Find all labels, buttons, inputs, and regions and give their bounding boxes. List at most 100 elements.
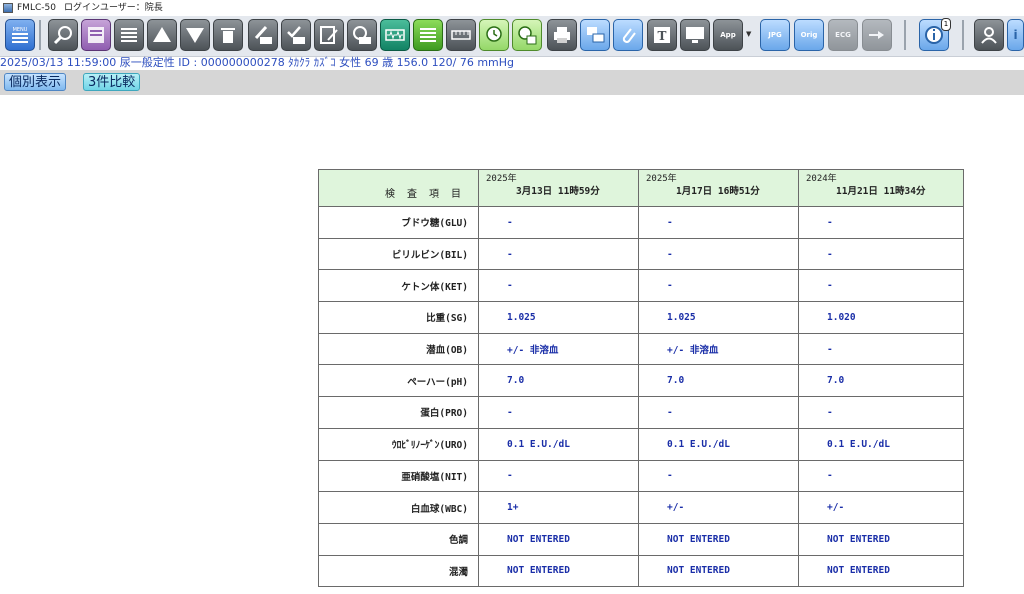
svg-text:T: T — [658, 29, 667, 43]
mode-bar: 個別表示 3件比較 — [0, 70, 1024, 95]
table-row: ビリルビン(BIL) - - - — [318, 237, 964, 271]
jpg-export-button[interactable]: JPG — [760, 19, 790, 51]
table-header-row: 検 査 項 目 2025年 3月13日 11時59分 2025年 1月17日 1… — [318, 169, 964, 207]
search-button[interactable] — [48, 19, 78, 51]
row-item-name: ケトン体(KET) — [318, 269, 479, 303]
user-button[interactable] — [974, 19, 1004, 51]
memo-button[interactable] — [314, 19, 344, 51]
help-button[interactable]: i — [1007, 19, 1024, 51]
row-value: - — [638, 396, 799, 429]
waveform-button[interactable] — [380, 19, 410, 51]
three-compare-button[interactable]: 3件比較 — [83, 73, 141, 91]
delete-button[interactable] — [213, 19, 243, 51]
row-value: - — [798, 396, 964, 429]
header-date-2[interactable]: 2025年 1月17日 16時51分 — [638, 169, 799, 207]
document-view-icon — [88, 27, 104, 43]
patient-status-line: 2025/03/13 11:59:00 尿一般定性 ID : 000000000… — [0, 56, 515, 69]
arrow-down-icon — [186, 28, 204, 43]
header-date-3[interactable]: 2024年 11月21日 11時34分 — [798, 169, 964, 207]
ruler-icon — [451, 30, 471, 40]
toolbar-separator — [39, 20, 41, 50]
check-or-button[interactable] — [281, 19, 311, 51]
waveform-icon — [385, 29, 405, 41]
app-dropdown-arrow[interactable]: ▼ — [746, 30, 752, 42]
app-icon — [3, 3, 13, 13]
app-label: App — [720, 31, 736, 39]
print-send-button[interactable] — [580, 19, 610, 51]
row-value: NOT ENTERED — [798, 554, 964, 588]
export-arrow-icon — [869, 31, 884, 39]
ruler-button[interactable] — [446, 19, 476, 51]
row-value: NOT ENTERED — [798, 522, 964, 556]
table-row: ケトン体(KET) - - - — [318, 269, 964, 303]
trash-icon — [221, 28, 235, 43]
list-icon — [420, 28, 436, 42]
header-test-item: 検 査 項 目 — [318, 169, 479, 207]
down-button[interactable] — [180, 19, 210, 51]
header-date-1-datetime: 3月13日 11時59分 — [516, 186, 600, 197]
row-value: - — [478, 237, 639, 271]
row-value: NOT ENTERED — [478, 554, 639, 588]
menu-button[interactable]: MENU — [5, 19, 35, 51]
clock-b-button[interactable] — [512, 19, 542, 51]
menu-icon: MENU — [12, 27, 28, 43]
table-row: 比重(SG) 1.025 1.025 1.020 — [318, 301, 964, 334]
ecg-export-button[interactable]: ECG — [828, 19, 858, 51]
row-value: - — [798, 269, 964, 303]
row-value: - — [638, 206, 799, 239]
row-item-name: ペーハー(pH) — [318, 364, 479, 398]
row-value: NOT ENTERED — [638, 522, 799, 556]
text-button[interactable]: T — [647, 19, 677, 51]
header-date-3-year: 2024年 — [806, 174, 837, 184]
text-icon: T — [654, 27, 670, 43]
table-row: 潜血(OB) +/- 非溶血 +/- 非溶血 - — [318, 332, 964, 366]
monitor-button[interactable] — [680, 19, 710, 51]
row-value: NOT ENTERED — [478, 522, 639, 556]
orig-export-button[interactable]: Orig — [794, 19, 824, 51]
row-value: +/- 非溶血 — [478, 332, 639, 366]
printer-send-icon — [587, 27, 605, 43]
print-button[interactable] — [547, 19, 577, 51]
export-button[interactable] — [862, 19, 892, 51]
row-item-name: 蛋白(PRO) — [318, 396, 479, 429]
table-row: ブドウ糖(GLU) - - - — [318, 206, 964, 239]
monitor-icon — [686, 27, 704, 43]
toolbar-separator — [962, 20, 964, 50]
pencil-icon — [254, 25, 272, 44]
memo-icon — [320, 26, 338, 44]
up-button[interactable] — [147, 19, 177, 51]
row-value: - — [798, 206, 964, 239]
row-value: - — [478, 459, 639, 493]
edit-or-button[interactable] — [248, 19, 278, 51]
ecg-label: ECG — [835, 31, 851, 39]
attach-button[interactable] — [613, 19, 643, 51]
row-value: 1.020 — [798, 301, 964, 334]
header-date-1[interactable]: 2025年 3月13日 11時59分 — [478, 169, 639, 207]
arrow-up-icon — [153, 27, 171, 42]
row-value: - — [478, 206, 639, 239]
clock-a-button[interactable] — [479, 19, 509, 51]
clock-add-icon — [518, 26, 537, 45]
orig-label: Orig — [800, 31, 818, 39]
row-value: 0.1 E.U./dL — [638, 427, 799, 461]
header-date-3-datetime: 11月21日 11時34分 — [836, 186, 926, 197]
info-button[interactable]: 1 — [919, 18, 951, 51]
row-value: - — [478, 396, 639, 429]
paperclip-icon — [622, 28, 636, 43]
app-button[interactable]: App — [713, 19, 743, 51]
time-or-button[interactable] — [347, 19, 377, 51]
jpg-label: JPG — [768, 31, 782, 39]
view-button[interactable] — [81, 19, 111, 51]
individual-view-button[interactable]: 個別表示 — [4, 73, 67, 91]
table-row: 混濁 NOT ENTERED NOT ENTERED NOT ENTERED — [318, 554, 964, 588]
row-item-name: 色調 — [318, 522, 479, 556]
table-row: ｳﾛﾋﾞﾘﾉｰｹﾞﾝ(URO) 0.1 E.U./dL 0.1 E.U./dL 0.1… — [318, 427, 964, 461]
row-value: - — [798, 459, 964, 493]
list-button[interactable] — [114, 19, 144, 51]
header-date-1-year: 2025年 — [486, 174, 517, 184]
row-item-name: ビリルビン(BIL) — [318, 237, 479, 271]
list-green-button[interactable] — [413, 19, 443, 51]
header-date-2-year: 2025年 — [646, 174, 677, 184]
table-row: 色調 NOT ENTERED NOT ENTERED NOT ENTERED — [318, 522, 964, 556]
list-icon — [121, 28, 137, 42]
